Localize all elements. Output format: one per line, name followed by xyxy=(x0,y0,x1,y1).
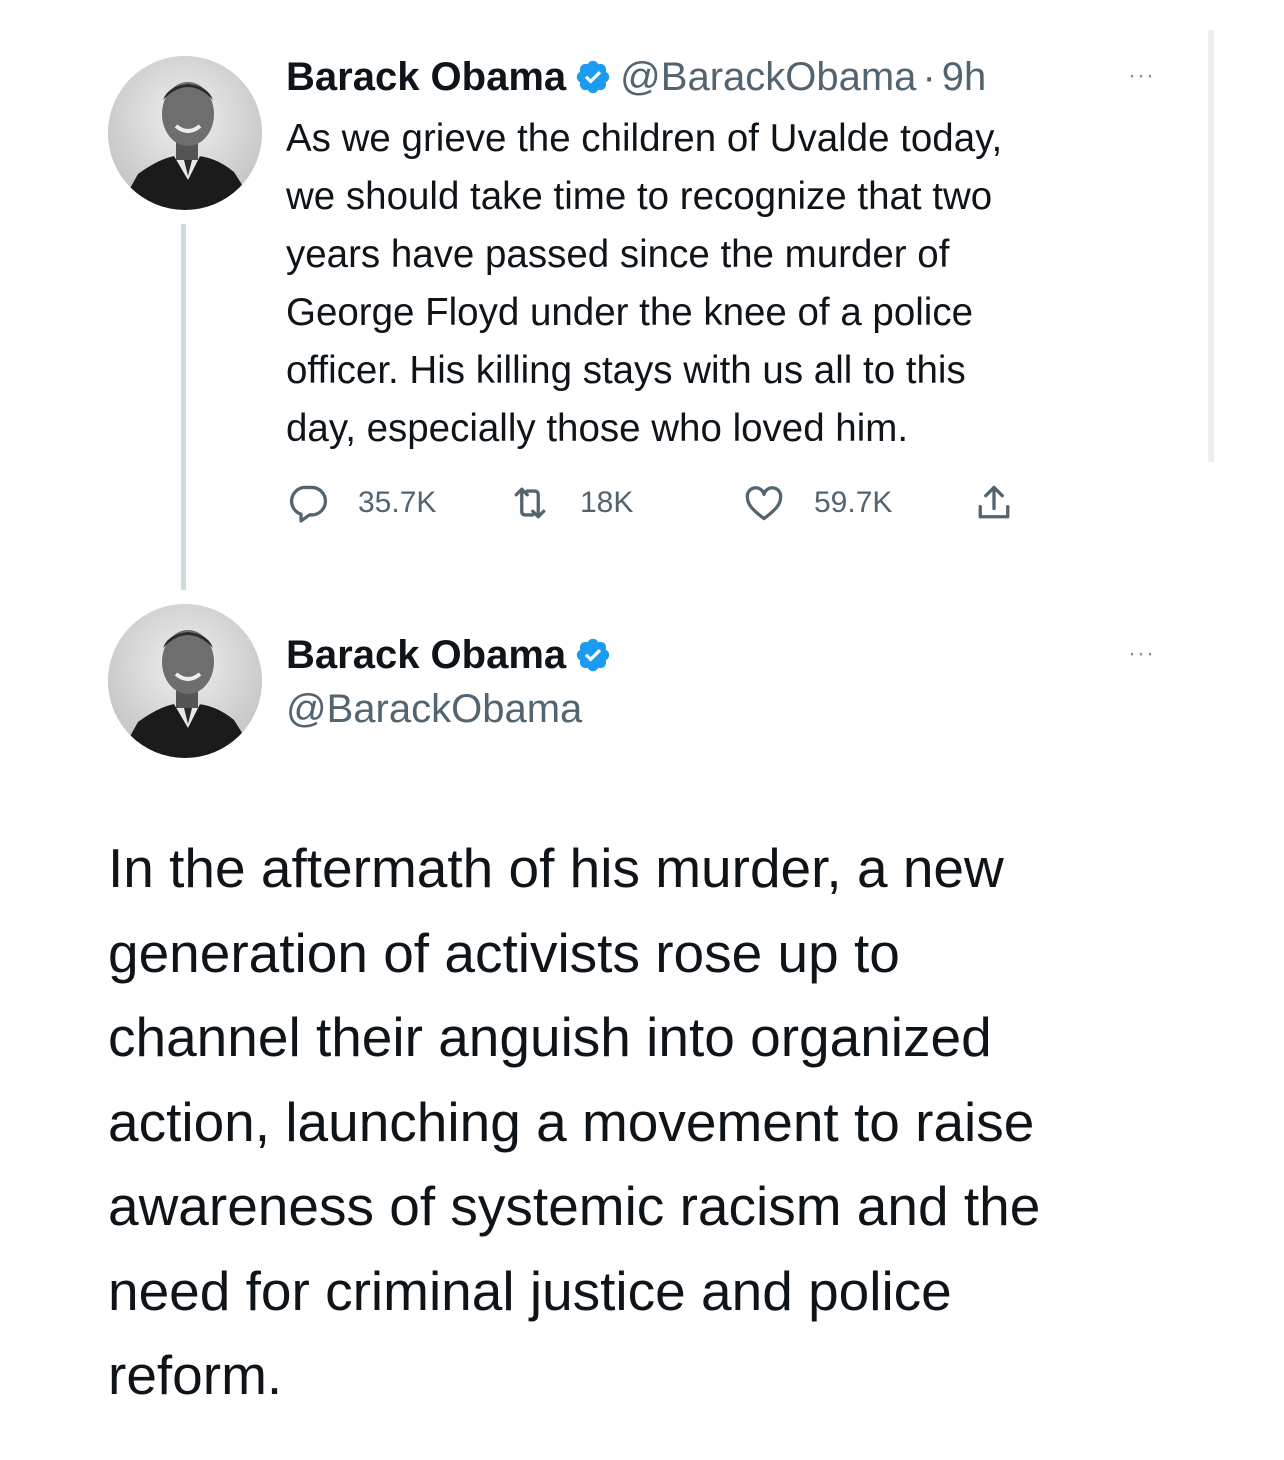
like-count: 59.7K xyxy=(814,486,893,519)
reply-button[interactable]: 35.7K xyxy=(286,478,436,528)
tweet-text-line: day, especially those who loved him. xyxy=(286,407,909,450)
tweet-text-line: years have passed since the murder of xyxy=(286,233,950,276)
like-icon xyxy=(745,486,783,521)
verified-badge-icon xyxy=(574,636,612,674)
tweet-text-line: As we grieve the children of Uvalde toda… xyxy=(286,117,1003,160)
tweet-text-line: reform. xyxy=(108,1344,283,1406)
verified-badge-icon xyxy=(574,58,612,96)
tweet-text-line: awareness of systemic racism and the xyxy=(108,1175,1041,1237)
retweet-count: 18K xyxy=(580,486,634,519)
like-button[interactable]: 59.7K xyxy=(742,478,892,528)
scrollbar[interactable] xyxy=(1208,30,1214,462)
author-handle[interactable]: @BarackObama xyxy=(286,684,582,734)
more-options-button[interactable]: ··· xyxy=(1128,642,1155,666)
thread-connector xyxy=(181,224,186,590)
share-button[interactable] xyxy=(972,478,1044,528)
timestamp[interactable]: 9h xyxy=(942,52,987,102)
tweet-text-line: need for criminal justice and police xyxy=(108,1259,952,1322)
separator: · xyxy=(922,55,936,99)
author-name[interactable]: Barack Obama xyxy=(286,52,566,102)
avatar[interactable] xyxy=(108,56,262,210)
reply-count: 35.7K xyxy=(358,486,437,519)
tweet-text-line: action, launching a movement to raise xyxy=(108,1090,1035,1153)
tweet-text-line: officer. His killing stays with us all t… xyxy=(286,349,966,392)
share-icon xyxy=(978,485,1010,519)
tweet-text-line: In the aftermath of his murder, a new xyxy=(108,837,1004,899)
tweet-text: As we grieve the children of Uvalde toda… xyxy=(286,110,1166,458)
tweet-text-line: generation of activists rose up to xyxy=(108,921,900,984)
author-name[interactable]: Barack Obama xyxy=(286,628,566,682)
tweet-actions: 35.7K 18K 59.7K xyxy=(286,478,1046,528)
tweet-text: In the aftermath of his murder, a new ge… xyxy=(108,826,1228,1418)
retweet-button[interactable]: 18K xyxy=(508,478,633,528)
reply-icon xyxy=(289,485,328,523)
avatar-photo xyxy=(108,604,262,758)
avatar[interactable] xyxy=(108,604,262,758)
tweet-header: Barack Obama @BarackObama · 9h xyxy=(286,52,986,102)
tweet-text-line: we should take time to recognize that tw… xyxy=(286,175,993,218)
tweet-text-line: channel their anguish into organized xyxy=(108,1006,992,1068)
author-handle[interactable]: @BarackObama xyxy=(620,52,916,102)
tweet-text-line: George Floyd under the knee of a police xyxy=(286,291,974,334)
tweet-header: Barack Obama xyxy=(286,628,620,682)
more-options-button[interactable]: ··· xyxy=(1128,64,1155,88)
avatar-photo xyxy=(108,56,262,210)
retweet-icon xyxy=(514,487,546,519)
